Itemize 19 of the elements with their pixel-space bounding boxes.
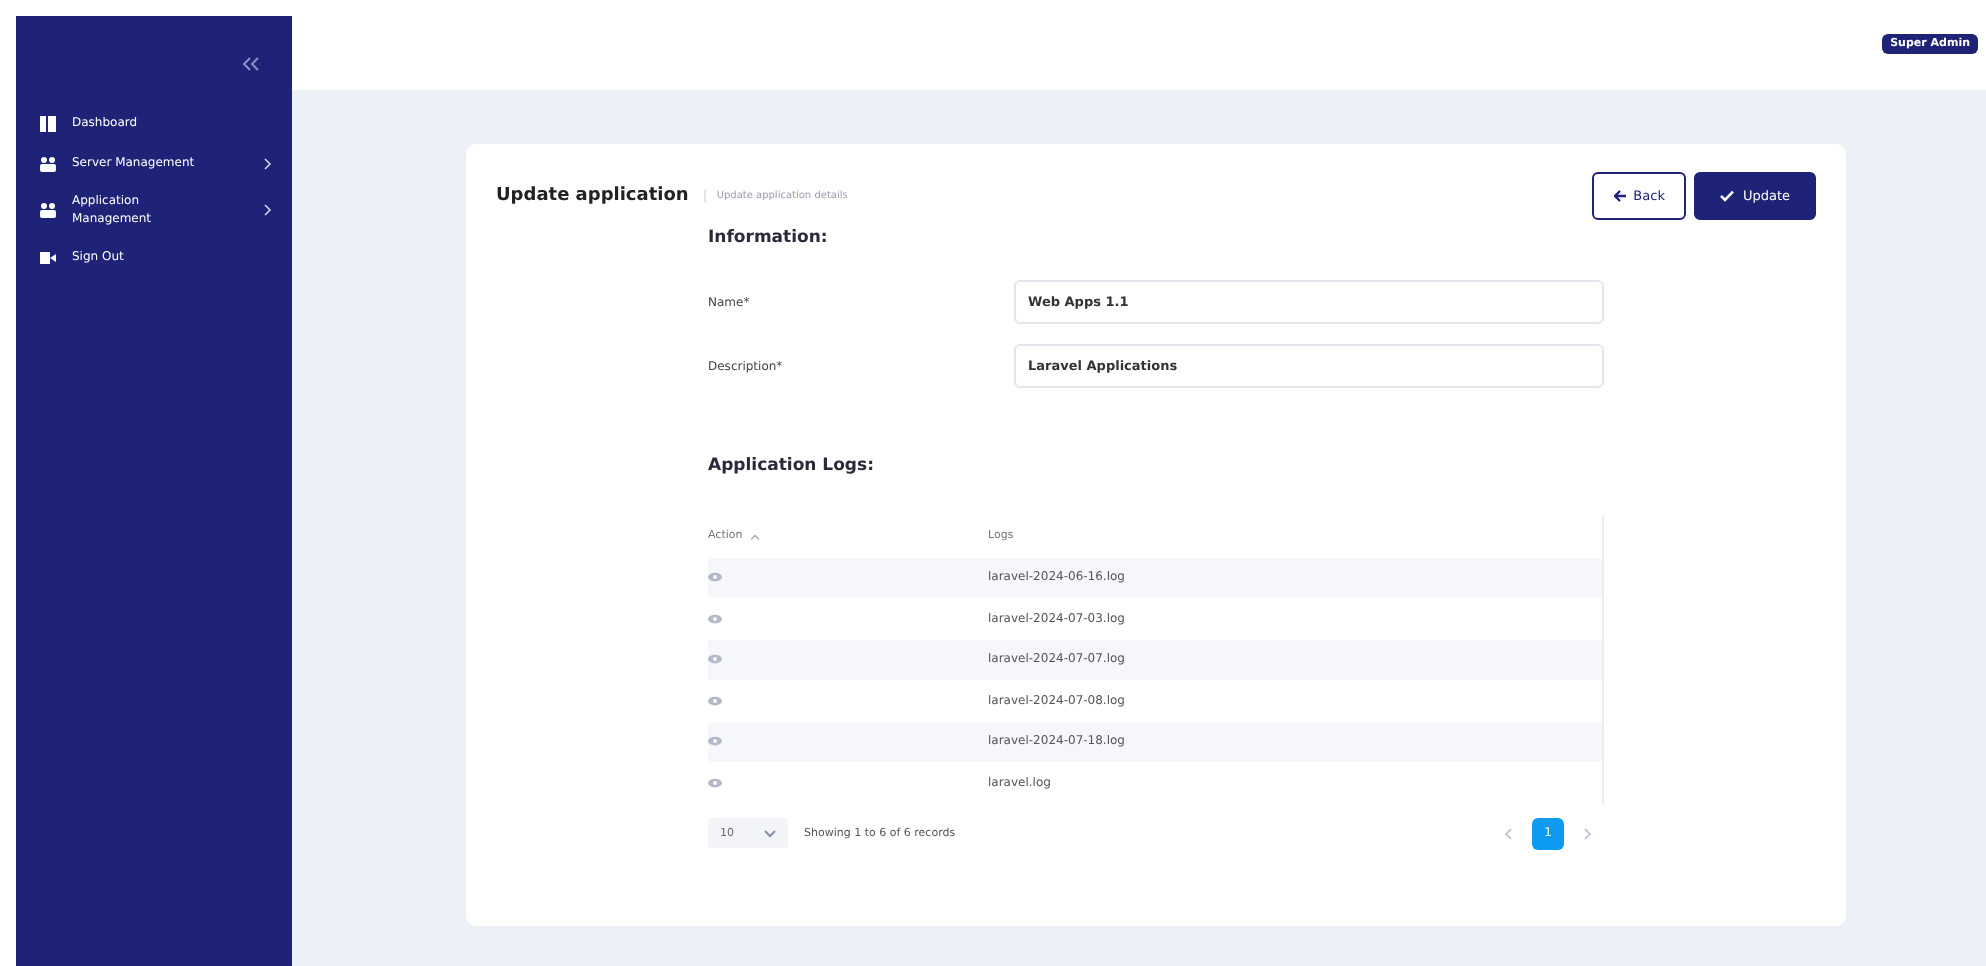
group-icon bbox=[40, 155, 56, 171]
chevron-left-icon[interactable] bbox=[1504, 827, 1512, 839]
section-heading: Application Logs: bbox=[708, 456, 876, 476]
eye-icon[interactable] bbox=[708, 736, 722, 747]
group-icon bbox=[40, 202, 56, 218]
arrow-left-icon bbox=[1613, 190, 1626, 202]
chevron-right-icon[interactable] bbox=[1584, 827, 1592, 839]
eye-icon[interactable] bbox=[708, 695, 722, 706]
dashboard-icon bbox=[40, 115, 56, 131]
eye-icon[interactable] bbox=[708, 777, 722, 788]
eye-icon[interactable] bbox=[708, 613, 722, 624]
eye-icon[interactable] bbox=[708, 572, 722, 583]
chevron-down-icon bbox=[764, 829, 776, 837]
section-heading: Information: bbox=[708, 228, 830, 248]
eye-icon[interactable] bbox=[708, 654, 722, 665]
sort-icon bbox=[750, 533, 761, 540]
collapse-icon[interactable] bbox=[240, 56, 260, 72]
page-title: Update application bbox=[496, 186, 689, 206]
check-icon bbox=[1720, 190, 1735, 202]
